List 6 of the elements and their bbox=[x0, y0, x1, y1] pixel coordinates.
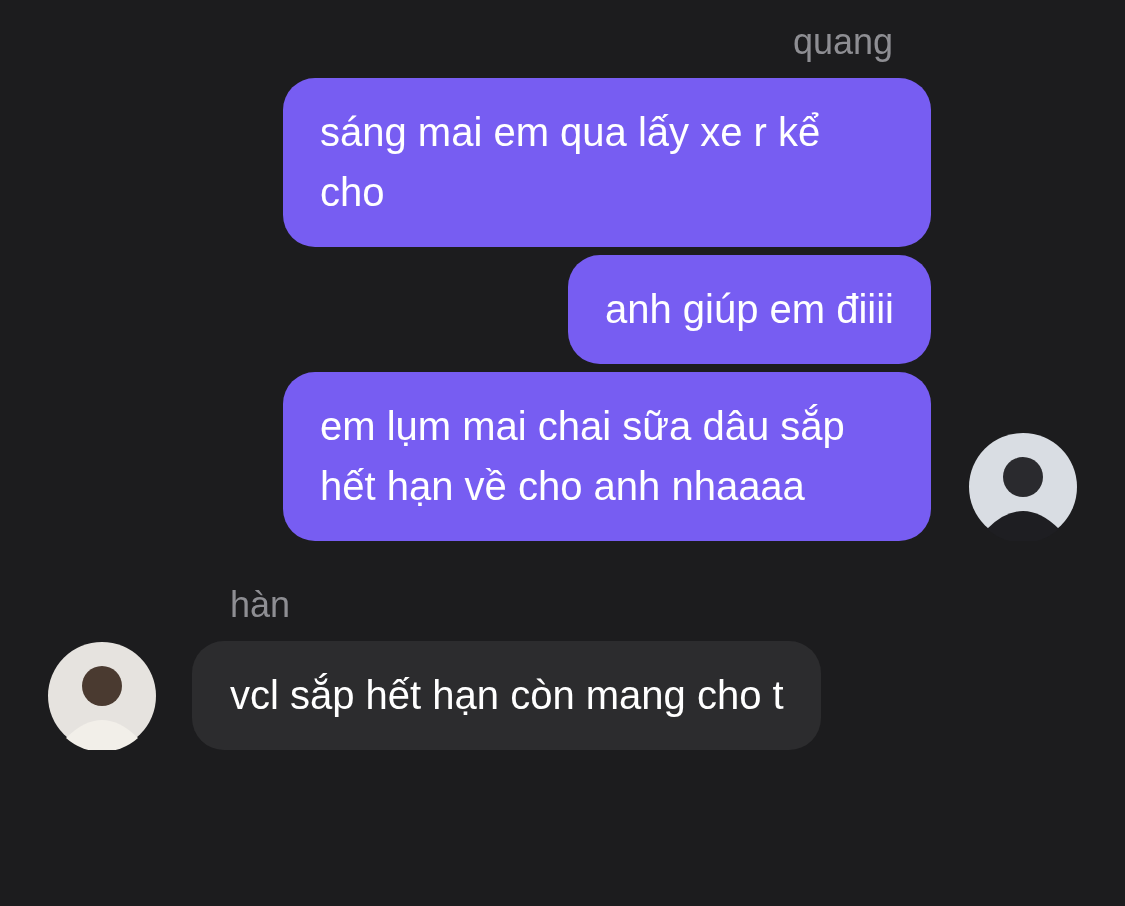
sender-name: quang bbox=[792, 20, 894, 64]
sender-name: hàn bbox=[229, 583, 291, 627]
message-bubble: sáng mai em qua lấy xe r kể cho bbox=[283, 78, 931, 247]
message-bubble: em lụm mai chai sữa dâu sắp hết hạn về cho anh nhaaaa bbox=[283, 372, 931, 541]
message-bubble: anh giúp em điiii bbox=[567, 255, 931, 364]
message-bubble: vcl sắp hết hạn còn mang cho t bbox=[192, 641, 821, 750]
